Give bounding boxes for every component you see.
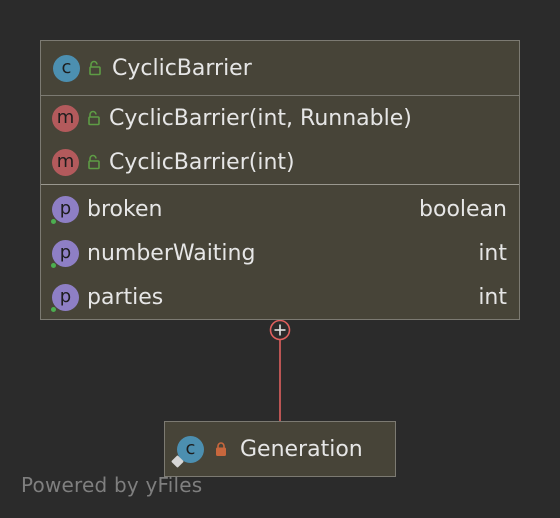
- class-header: c CyclicBarrier: [41, 41, 519, 96]
- property-badge-icon: p: [51, 239, 79, 268]
- class-header: c Generation: [165, 422, 395, 476]
- constructor-signature: CyclicBarrier(int, Runnable): [109, 105, 412, 131]
- inner-class-marker-icon: [171, 454, 184, 468]
- constructor-row[interactable]: m CyclicBarrier(int, Runnable): [41, 96, 519, 140]
- connector-plus-icon: [269, 319, 291, 341]
- constructor-signature: CyclicBarrier(int): [109, 149, 295, 175]
- property-badge-icon: p: [51, 283, 79, 312]
- locked-icon: [216, 442, 226, 456]
- class-badge-icon: c: [171, 435, 204, 468]
- field-type: int: [478, 284, 507, 310]
- unlocked-icon: [89, 60, 101, 76]
- field-access-dot-icon: [51, 262, 56, 268]
- class-badge-icon: c: [53, 54, 80, 82]
- method-badge-icon: m: [52, 148, 79, 176]
- field-access-dot-icon: [51, 306, 56, 312]
- field-row[interactable]: p numberWaiting int: [41, 231, 519, 275]
- field-row[interactable]: p parties int: [41, 275, 519, 319]
- field-type: int: [478, 240, 507, 266]
- class-box-generation[interactable]: c Generation: [164, 421, 396, 477]
- method-badge-icon: m: [52, 104, 79, 132]
- unlocked-icon: [88, 110, 100, 126]
- field-row[interactable]: p broken boolean: [41, 187, 519, 231]
- field-name: broken: [87, 196, 163, 222]
- constructors-section: m CyclicBarrier(int, Runnable) m CyclicB…: [41, 96, 519, 185]
- unlocked-icon: [88, 154, 100, 170]
- class-box-cyclicbarrier[interactable]: c CyclicBarrier m CyclicBarrier(int, Run…: [40, 40, 520, 320]
- field-name: parties: [87, 284, 164, 310]
- field-name: numberWaiting: [87, 240, 256, 266]
- fields-section: p broken boolean p numberWaiting int p p…: [41, 185, 519, 319]
- property-badge-icon: p: [51, 195, 79, 224]
- powered-by-watermark: Powered by yFiles: [21, 473, 203, 497]
- field-access-dot-icon: [51, 218, 56, 224]
- constructor-row[interactable]: m CyclicBarrier(int): [41, 140, 519, 184]
- class-name: CyclicBarrier: [112, 55, 252, 81]
- field-type: boolean: [419, 196, 507, 222]
- class-name: Generation: [240, 436, 363, 462]
